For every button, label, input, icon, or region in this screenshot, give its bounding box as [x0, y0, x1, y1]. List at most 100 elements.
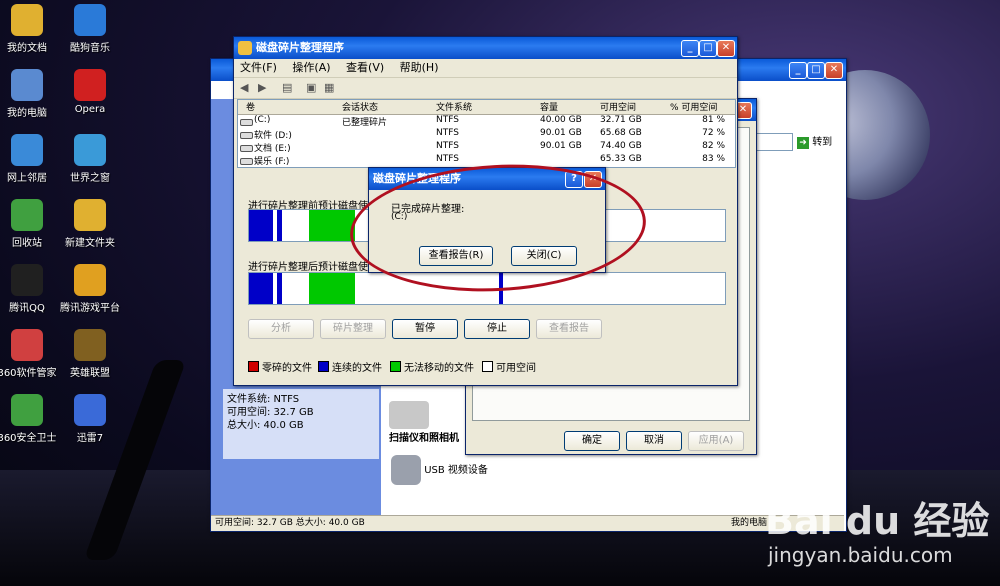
desktop-icon-12[interactable]: 360安全卫士	[0, 394, 62, 444]
cancel-button[interactable]: 取消	[626, 431, 682, 451]
legend-label: 零碎的文件	[262, 363, 312, 374]
legend-label: 无法移动的文件	[404, 363, 474, 374]
desktop-icon-2[interactable]: 我的电脑	[0, 69, 62, 119]
legend-swatch	[318, 361, 329, 372]
legend-swatch	[248, 361, 259, 372]
desktop-icon-label: 腾讯游戏平台	[60, 303, 120, 314]
col-capacity[interactable]: 容量	[540, 100, 558, 113]
go-arrow-icon: ➜	[797, 137, 809, 149]
usb-video-device[interactable]: USB 视频设备	[391, 455, 488, 485]
help-icon[interactable]: ▦	[324, 81, 334, 94]
legend-swatch	[390, 361, 401, 372]
legend-item: 无法移动的文件	[390, 359, 474, 374]
defrag-button[interactable]: 碎片整理	[320, 319, 386, 339]
camera-icon	[391, 455, 421, 485]
folder-icon	[74, 199, 106, 231]
scanner-device[interactable]: 扫描仪和照相机	[389, 401, 459, 444]
desktop-icon-6[interactable]: 回收站	[0, 199, 62, 249]
apply-button[interactable]: 应用(A)	[688, 431, 744, 451]
volume-row[interactable]: 文档 (E:) NTFS 90.01 GB 74.40 GB 82 %	[238, 141, 735, 154]
defrag-app-icon	[238, 41, 252, 55]
folder-icon	[11, 4, 43, 36]
desktop-icon-label: 英雄联盟	[70, 368, 110, 379]
analyze-button[interactable]: 分析	[248, 319, 314, 339]
volume-cell: 72 %	[702, 128, 725, 138]
opera-icon	[74, 69, 106, 101]
desktop-icon-3[interactable]: Opera	[55, 69, 125, 115]
maximize-button[interactable]: □	[699, 40, 717, 57]
watermark-url: jingyan.baidu.com	[768, 543, 953, 567]
volume-cell: 65.33 GB	[600, 154, 642, 164]
menu-action[interactable]: 操作(A)	[292, 61, 330, 74]
desktop-icon-label: 腾讯QQ	[9, 303, 45, 314]
volume-row[interactable]: 软件 (D:) NTFS 90.01 GB 65.68 GB 72 %	[238, 128, 735, 141]
volume-cell: 83 %	[702, 154, 725, 164]
status-left: 可用空间: 32.7 GB 总大小: 40.0 GB	[215, 518, 365, 528]
desktop-icon-label: 回收站	[12, 238, 42, 249]
volume-cell: 90.01 GB	[540, 128, 582, 138]
back-arrow-icon[interactable]: ◀	[240, 81, 248, 94]
menu-view[interactable]: 查看(V)	[346, 61, 384, 74]
after-seg-unmovable	[309, 273, 355, 304]
status-right: 我的电脑	[731, 518, 768, 528]
volume-cell: 32.71 GB	[600, 115, 642, 125]
desktop-icon-5[interactable]: 世界之窗	[55, 134, 125, 184]
legend-label: 可用空间	[496, 363, 536, 374]
legend: 零碎的文件 连续的文件 无法移动的文件 可用空间	[248, 359, 728, 374]
close-button[interactable]: ✕	[825, 62, 843, 79]
detail-free-space: 可用空间: 32.7 GB	[227, 407, 314, 418]
view-report-button[interactable]: 查看报告	[536, 319, 602, 339]
col-free[interactable]: 可用空间	[600, 100, 636, 113]
desktop-icon-9[interactable]: 腾讯游戏平台	[55, 264, 125, 314]
kugou-icon	[74, 4, 106, 36]
goto-button[interactable]: ➜ 转到	[797, 133, 832, 149]
volume-cell: 40.00 GB	[540, 115, 582, 125]
desktop-icon-label: 新建文件夹	[65, 238, 115, 249]
col-volume[interactable]: 卷	[246, 100, 255, 113]
menu-help[interactable]: 帮助(H)	[400, 61, 439, 74]
desktop-icon-4[interactable]: 网上邻居	[0, 134, 62, 184]
desktop-icon-11[interactable]: 英雄联盟	[55, 329, 125, 379]
forward-arrow-icon[interactable]: ▶	[258, 81, 266, 94]
volume-cell: 已整理碎片	[342, 118, 388, 128]
maximize-button[interactable]: □	[807, 62, 825, 79]
status-bar: 可用空间: 32.7 GB 总大小: 40.0 GB 我的电脑	[211, 515, 844, 531]
col-free-pct[interactable]: % 可用空间	[670, 100, 717, 113]
before-seg-contiguous-2	[277, 210, 282, 241]
volume-row[interactable]: (C:) 已整理碎片 NTFS 40.00 GB 32.71 GB 81 %	[238, 115, 735, 128]
desktop-icon-8[interactable]: 腾讯QQ	[0, 264, 62, 314]
after-seg-contiguous	[249, 273, 273, 304]
col-status[interactable]: 会话状态	[342, 100, 378, 113]
watermark-brand: Bai du 经验	[765, 499, 990, 543]
properties-icon[interactable]: ▣	[306, 81, 316, 94]
qq-icon	[11, 264, 43, 296]
desktop-icon-10[interactable]: 360软件管家	[0, 329, 62, 379]
desktop-icon-1[interactable]: 酷狗音乐	[55, 4, 125, 54]
drive-icon	[240, 158, 253, 165]
minimize-button[interactable]: _	[681, 40, 699, 57]
col-filesystem[interactable]: 文件系统	[436, 100, 472, 113]
pause-button[interactable]: 暂停	[392, 319, 458, 339]
detail-filesystem: 文件系统: NTFS	[227, 394, 300, 405]
desktop-icon-0[interactable]: 我的文档	[0, 4, 62, 54]
drive-icon	[240, 132, 253, 139]
before-seg-unmovable	[309, 210, 355, 241]
desktop-icon-label: 我的电脑	[7, 108, 47, 119]
details-panel: 文件系统: NTFS 可用空间: 32.7 GB 总大小: 40.0 GB	[223, 389, 379, 459]
volume-cell: 81 %	[702, 115, 725, 125]
stop-button[interactable]: 停止	[464, 319, 530, 339]
desktop-icon-13[interactable]: 迅雷7	[55, 394, 125, 444]
view-icon[interactable]: ▤	[282, 81, 292, 94]
desktop-icon-7[interactable]: 新建文件夹	[55, 199, 125, 249]
network-icon	[11, 134, 43, 166]
volume-cell: 软件 (D:)	[254, 131, 292, 141]
ok-button[interactable]: 确定	[564, 431, 620, 451]
close-button[interactable]: ✕	[717, 40, 735, 57]
before-seg-contiguous	[249, 210, 273, 241]
computer-icon	[11, 69, 43, 101]
menu-file[interactable]: 文件(F)	[240, 61, 277, 74]
minimize-button[interactable]: _	[789, 62, 807, 79]
volume-cell: 文档 (E:)	[254, 144, 291, 154]
volume-cell: 82 %	[702, 141, 725, 151]
desktop-icon-label: Opera	[74, 104, 106, 115]
